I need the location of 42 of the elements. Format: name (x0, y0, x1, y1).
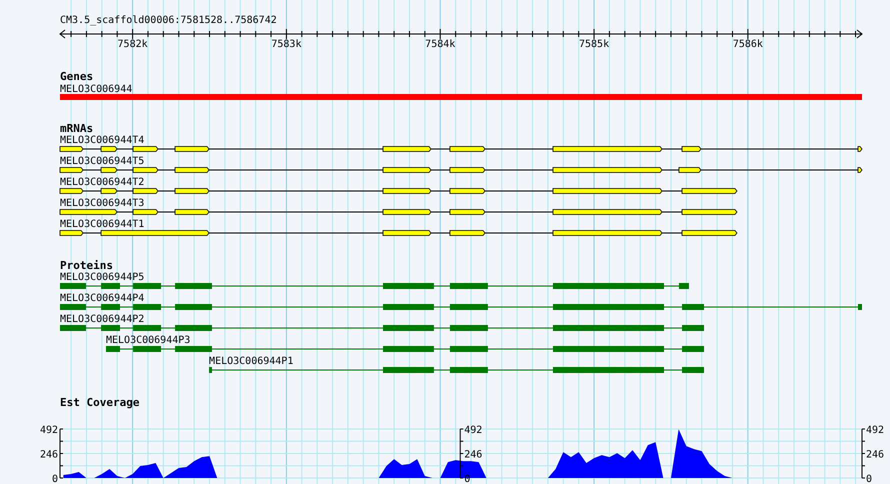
axis-label: 0 (866, 474, 872, 484)
transcript-label: MELO3C006944T5 (60, 156, 144, 167)
ruler-label: 7585k (579, 39, 610, 50)
ruler-label: 7586k (732, 39, 763, 50)
ruler-label: 7584k (425, 39, 456, 50)
axis-label: 0 (52, 474, 58, 484)
protein-label: MELO3C006944P1 (209, 356, 294, 367)
ruler-label: 7582k (118, 39, 148, 50)
y-axis (460, 428, 464, 478)
protein-label: MELO3C006944P4 (60, 293, 144, 304)
transcript-label: MELO3C006944T4 (60, 135, 144, 146)
track-title: Genes (60, 70, 94, 83)
y-axis (60, 428, 64, 478)
axis-label: 492 (464, 425, 482, 436)
protein-label: MELO3C006944P3 (106, 335, 190, 346)
axis-label: 246 (866, 450, 884, 460)
protein-model[interactable] (208, 367, 705, 373)
transcript-label: MELO3C006944T3 (60, 198, 144, 209)
protein-model[interactable] (60, 283, 690, 289)
axis-label: 246 (464, 450, 482, 460)
transcript-label: MELO3C006944T2 (60, 177, 144, 188)
axis-label: 492 (866, 425, 884, 436)
track-title: Est Coverage (60, 396, 140, 409)
y-axis (862, 428, 866, 478)
axis-label: 492 (40, 425, 58, 436)
protein-model[interactable] (60, 304, 862, 310)
protein-model[interactable] (60, 325, 705, 331)
axis-label: 246 (40, 450, 58, 460)
transcript-model[interactable] (60, 146, 863, 152)
transcript-model[interactable] (60, 230, 738, 236)
ruler-title: CM3.5_scaffold00006:7581528..7586742 (60, 15, 277, 26)
protein-label: MELO3C006944P5 (60, 272, 144, 283)
transcript-model[interactable] (60, 167, 863, 173)
gene-label: MELO3C006944 (60, 84, 132, 95)
protein-label: MELO3C006944P2 (60, 314, 144, 325)
track-title: Proteins (60, 259, 113, 272)
transcript-label: MELO3C006944T1 (60, 219, 144, 230)
transcript-model[interactable] (60, 209, 738, 215)
track-title: mRNAs (60, 122, 94, 135)
transcript-model[interactable] (60, 188, 738, 194)
protein-model[interactable] (106, 346, 705, 352)
ruler-label: 7583k (271, 39, 302, 50)
